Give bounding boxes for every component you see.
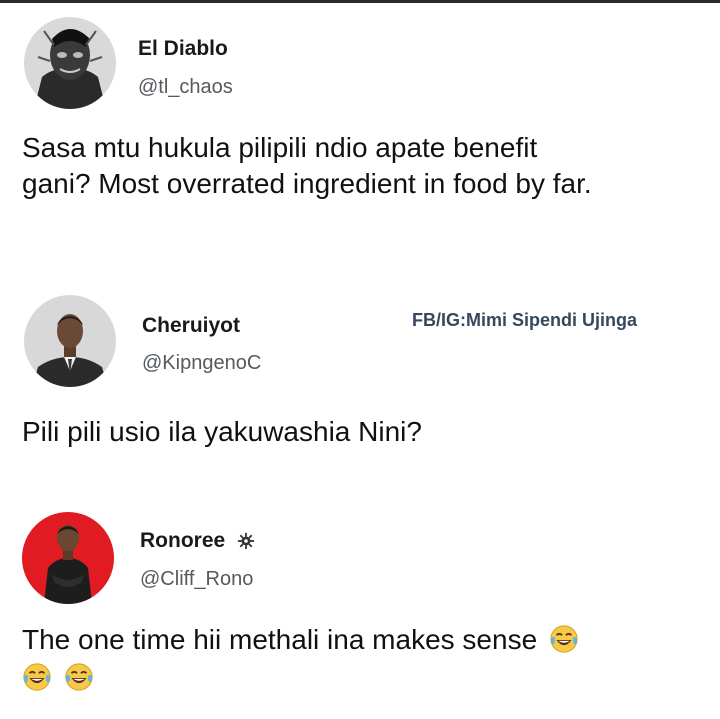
avatar[interactable] <box>22 512 114 604</box>
tweet-text-line: The one time hii methali ina makes sense <box>22 624 538 655</box>
tweet-ronoree: Ronoree @Cliff_Rono The one time hii met… <box>0 0 720 719</box>
man-red-background-avatar-icon <box>22 512 114 604</box>
laughing-tears-emoji-icon <box>550 625 578 653</box>
author-name[interactable]: Ronoree <box>140 529 255 553</box>
tweet-text: The one time hii methali ina makes sense <box>22 622 712 696</box>
author-handle[interactable]: @Cliff_Rono <box>140 568 253 591</box>
laughing-tears-emoji-icon <box>23 663 51 691</box>
laughing-tears-emoji-icon <box>65 663 93 691</box>
author-name-text: Ronoree <box>140 529 226 552</box>
gear-badge-icon <box>237 533 255 550</box>
